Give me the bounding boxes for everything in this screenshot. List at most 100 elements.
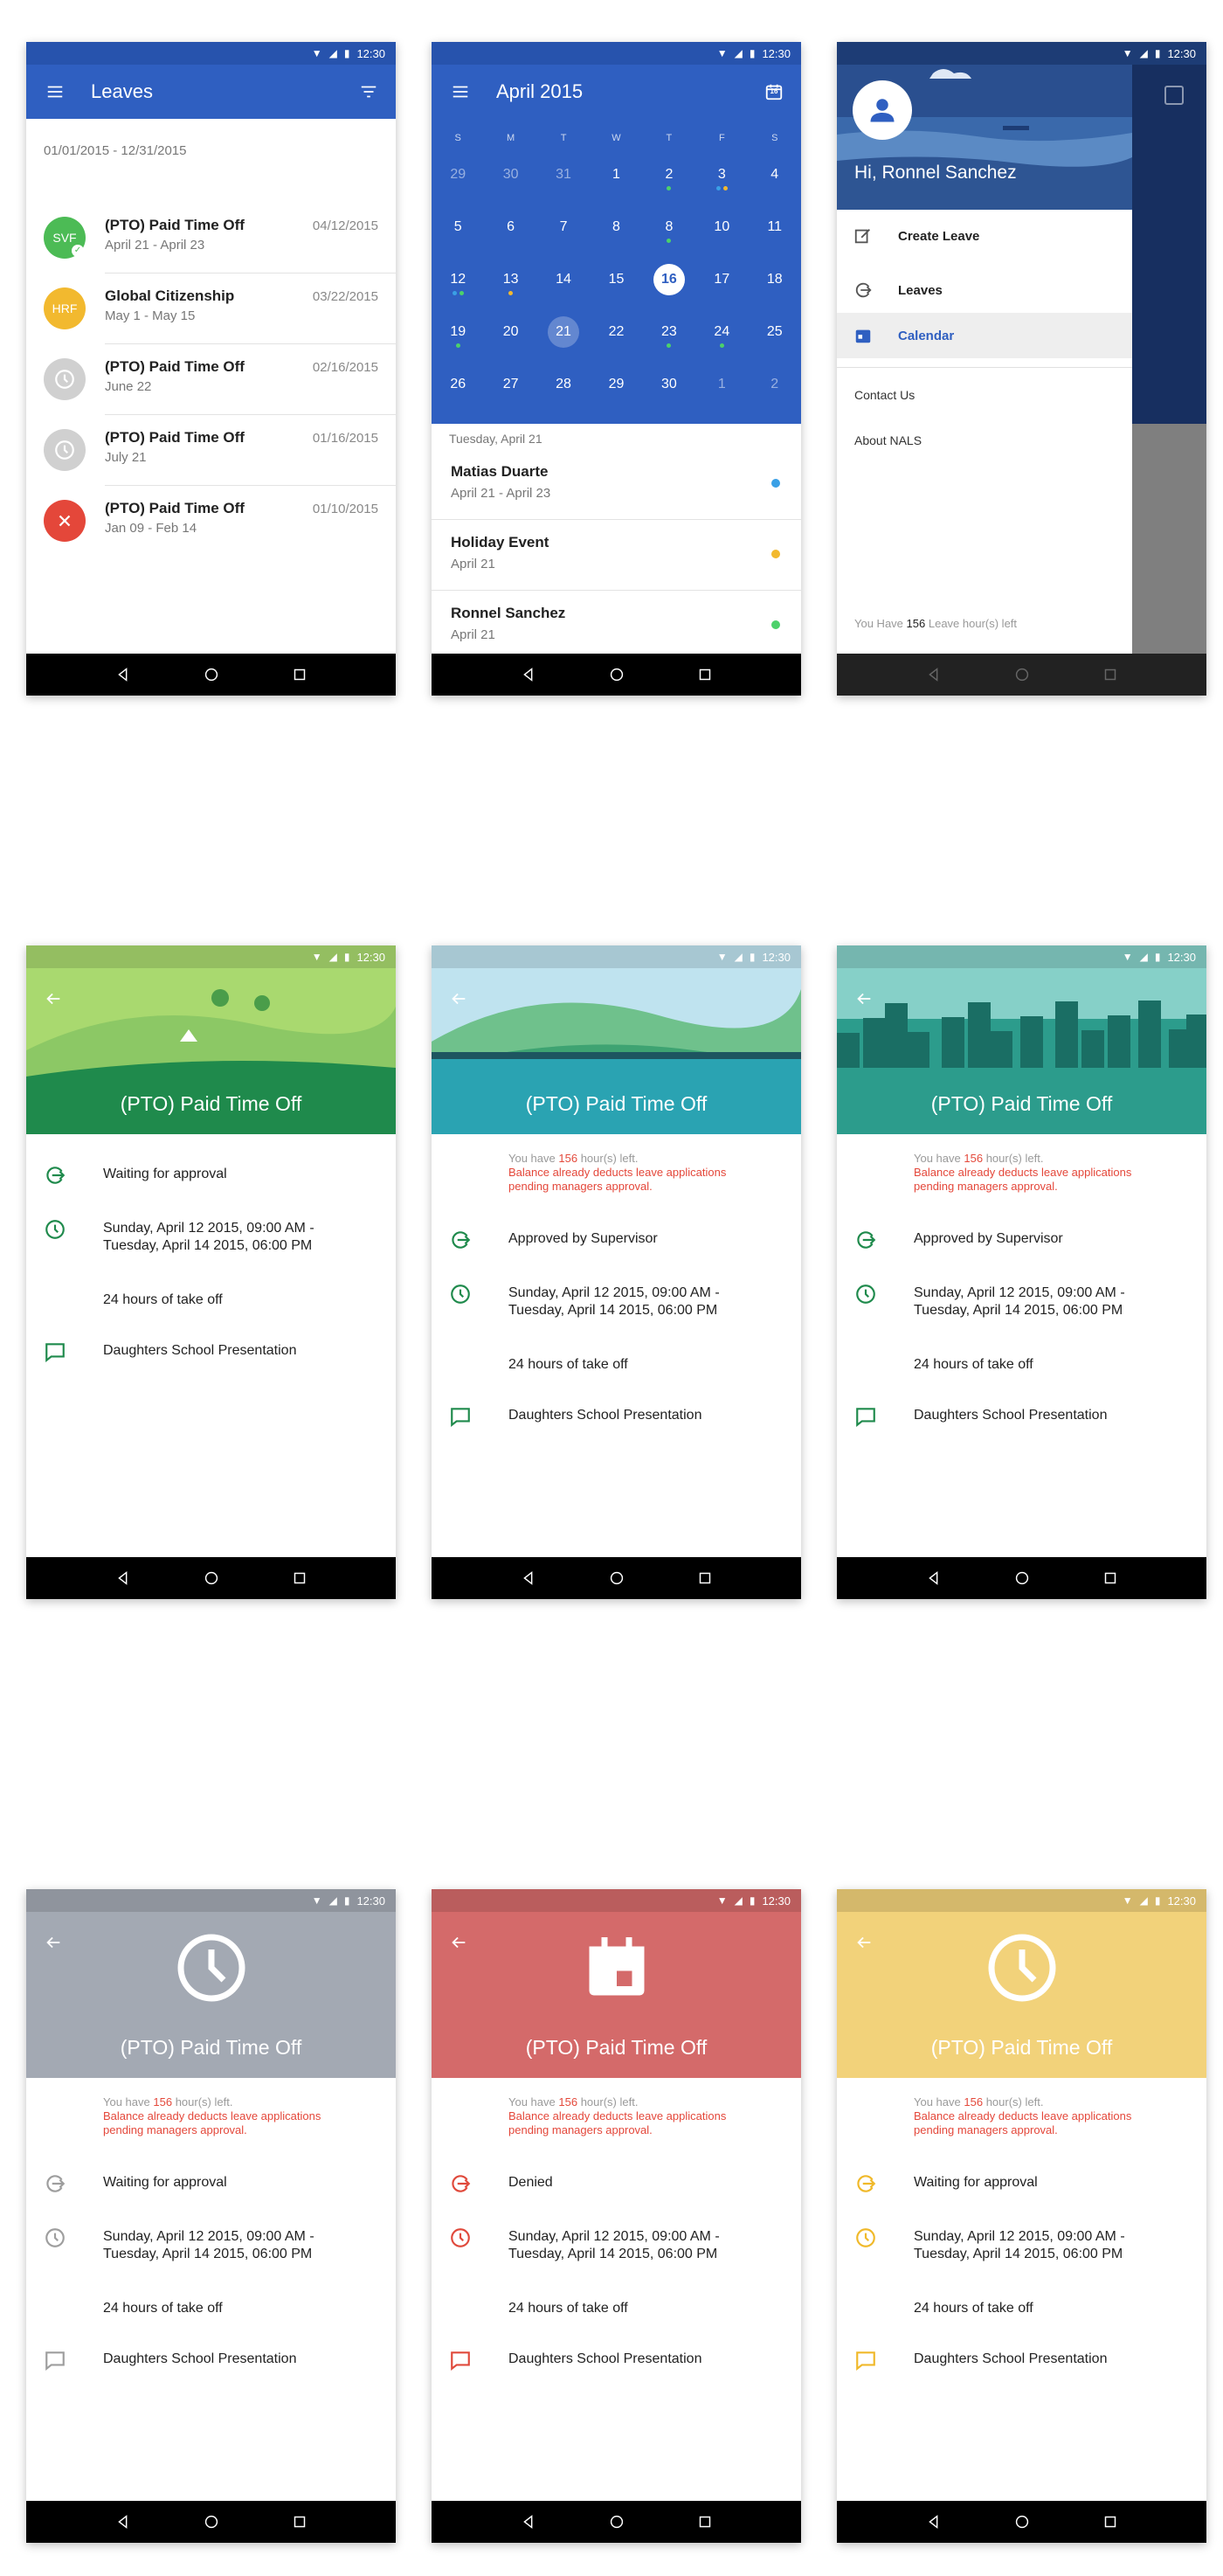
recents-nav-icon[interactable] [1101,665,1120,684]
calendar-day[interactable]: 23 [643,315,695,350]
calendar-day[interactable]: 16 [643,262,695,297]
home-nav-icon[interactable] [202,1568,221,1588]
event-list-item[interactable]: Matias Duarte April 21 - April 23 [432,449,801,520]
leave-list-item[interactable]: (PTO) Paid Time Off June 22 02/16/2015 [26,344,396,415]
clock-icon [451,1285,470,1304]
back-arrow-icon[interactable] [853,987,875,1010]
calendar-day[interactable]: 13 [484,262,536,297]
back-arrow-icon[interactable] [447,1931,470,1954]
back-arrow-icon[interactable] [42,1931,65,1954]
recents-nav-icon[interactable] [290,1568,309,1588]
calendar-day[interactable]: 11 [749,210,801,245]
wifi-icon: ▼ [311,47,322,59]
about-nals-link[interactable]: About NALS [854,433,922,447]
day-number: 25 [766,324,783,339]
calendar-day[interactable]: 2 [749,367,801,402]
calendar-day[interactable]: 8 [643,210,695,245]
calendar-day[interactable]: 31 [537,157,590,192]
back-nav-icon[interactable] [114,1568,133,1588]
calendar-day[interactable]: 6 [484,210,536,245]
drawer-item-calendar[interactable]: Calendar [837,313,1132,358]
recents-nav-icon[interactable] [695,665,715,684]
leave-arrow-icon [853,280,874,301]
back-nav-icon[interactable] [519,2512,538,2531]
calendar-day[interactable]: 7 [537,210,590,245]
calendar-day[interactable]: 14 [537,262,590,297]
back-nav-icon[interactable] [519,1568,538,1588]
day-number: 22 [608,324,625,339]
home-nav-icon[interactable] [607,2512,626,2531]
calendar-day[interactable]: 18 [749,262,801,297]
back-nav-icon[interactable] [114,665,133,684]
calendar-day[interactable]: 21 [537,315,590,350]
calendar-week-row: 5 6 7 8 8 10 11 [432,210,801,245]
back-nav-icon[interactable] [924,665,943,684]
event-list-item[interactable]: Holiday Event April 21 [432,520,801,591]
home-nav-icon[interactable] [1012,1568,1032,1588]
calendar-day[interactable]: 3 [695,157,748,192]
calendar-day[interactable]: 29 [432,157,484,192]
recents-nav-icon[interactable] [1101,2512,1120,2531]
event-dates: April 21 - April 23 [451,486,551,501]
calendar-day[interactable]: 8 [590,210,642,245]
home-nav-icon[interactable] [1012,665,1032,684]
back-arrow-icon[interactable] [853,1931,875,1954]
calendar-day[interactable]: 24 [695,315,748,350]
calendar-day[interactable]: 17 [695,262,748,297]
calendar-day[interactable]: 26 [432,367,484,402]
recents-nav-icon[interactable] [695,1568,715,1588]
calendar-week-row: 26 27 28 29 30 1 2 [432,367,801,402]
home-nav-icon[interactable] [1012,2512,1032,2531]
filter-icon[interactable] [357,80,380,103]
back-arrow-icon[interactable] [42,987,65,1010]
home-nav-icon[interactable] [202,665,221,684]
leave-end: Tuesday, April 14 2015, 06:00 PM [508,2247,718,2261]
today-calendar-icon[interactable]: 16 [763,80,785,103]
calendar-day[interactable]: 30 [643,367,695,402]
home-nav-icon[interactable] [607,1568,626,1588]
drawer-item-create-leave[interactable]: Create Leave [837,213,1132,259]
calendar-day[interactable]: 25 [749,315,801,350]
back-nav-icon[interactable] [924,1568,943,1588]
calendar-day[interactable]: 20 [484,315,536,350]
comment-icon [45,1343,65,1363]
drawer-item-leaves[interactable]: Leaves [837,267,1132,313]
calendar-day[interactable]: 28 [537,367,590,402]
leave-list-item[interactable]: (PTO) Paid Time Off Jan 09 - Feb 14 01/10/… [26,486,396,557]
back-nav-icon[interactable] [114,2512,133,2531]
leave-status: Denied [508,2175,553,2190]
drawer-header: Hi, Ronnel Sanchez [837,65,1132,210]
leave-list-item[interactable]: HRF Global Citizenship May 1 - May 15 03/22… [26,274,396,344]
calendar-day[interactable]: 15 [590,262,642,297]
leave-list-item[interactable]: SVF ✓ (PTO) Paid Time Off April 21 - April … [26,203,396,274]
avatar[interactable] [853,80,912,140]
calendar-day[interactable]: 5 [432,210,484,245]
recents-nav-icon[interactable] [290,665,309,684]
leave-list-item[interactable]: (PTO) Paid Time Off July 21 01/16/2015 [26,415,396,486]
calendar-day[interactable]: 1 [590,157,642,192]
contact-us-link[interactable]: Contact Us [854,388,915,402]
calendar-day[interactable]: 4 [749,157,801,192]
calendar-day[interactable]: 29 [590,367,642,402]
calendar-day[interactable]: 10 [695,210,748,245]
calendar-day[interactable]: 2 [643,157,695,192]
menu-icon[interactable] [449,80,472,103]
menu-icon[interactable] [44,80,66,103]
calendar-day[interactable]: 12 [432,262,484,297]
calendar-day[interactable]: 30 [484,157,536,192]
home-nav-icon[interactable] [202,2512,221,2531]
calendar-day[interactable]: 1 [695,367,748,402]
calendar-day[interactable]: 19 [432,315,484,350]
back-arrow-icon[interactable] [447,987,470,1010]
calendar-day[interactable]: 22 [590,315,642,350]
recents-nav-icon[interactable] [695,2512,715,2531]
drawer-scrim[interactable] [1132,42,1206,696]
back-nav-icon[interactable] [924,2512,943,2531]
calendar-day[interactable]: 27 [484,367,536,402]
recents-nav-icon[interactable] [290,2512,309,2531]
event-dots [432,343,484,348]
event-list-item[interactable]: Ronnel Sanchez April 21 [432,591,801,661]
recents-nav-icon[interactable] [1101,1568,1120,1588]
home-nav-icon[interactable] [607,665,626,684]
back-nav-icon[interactable] [519,665,538,684]
